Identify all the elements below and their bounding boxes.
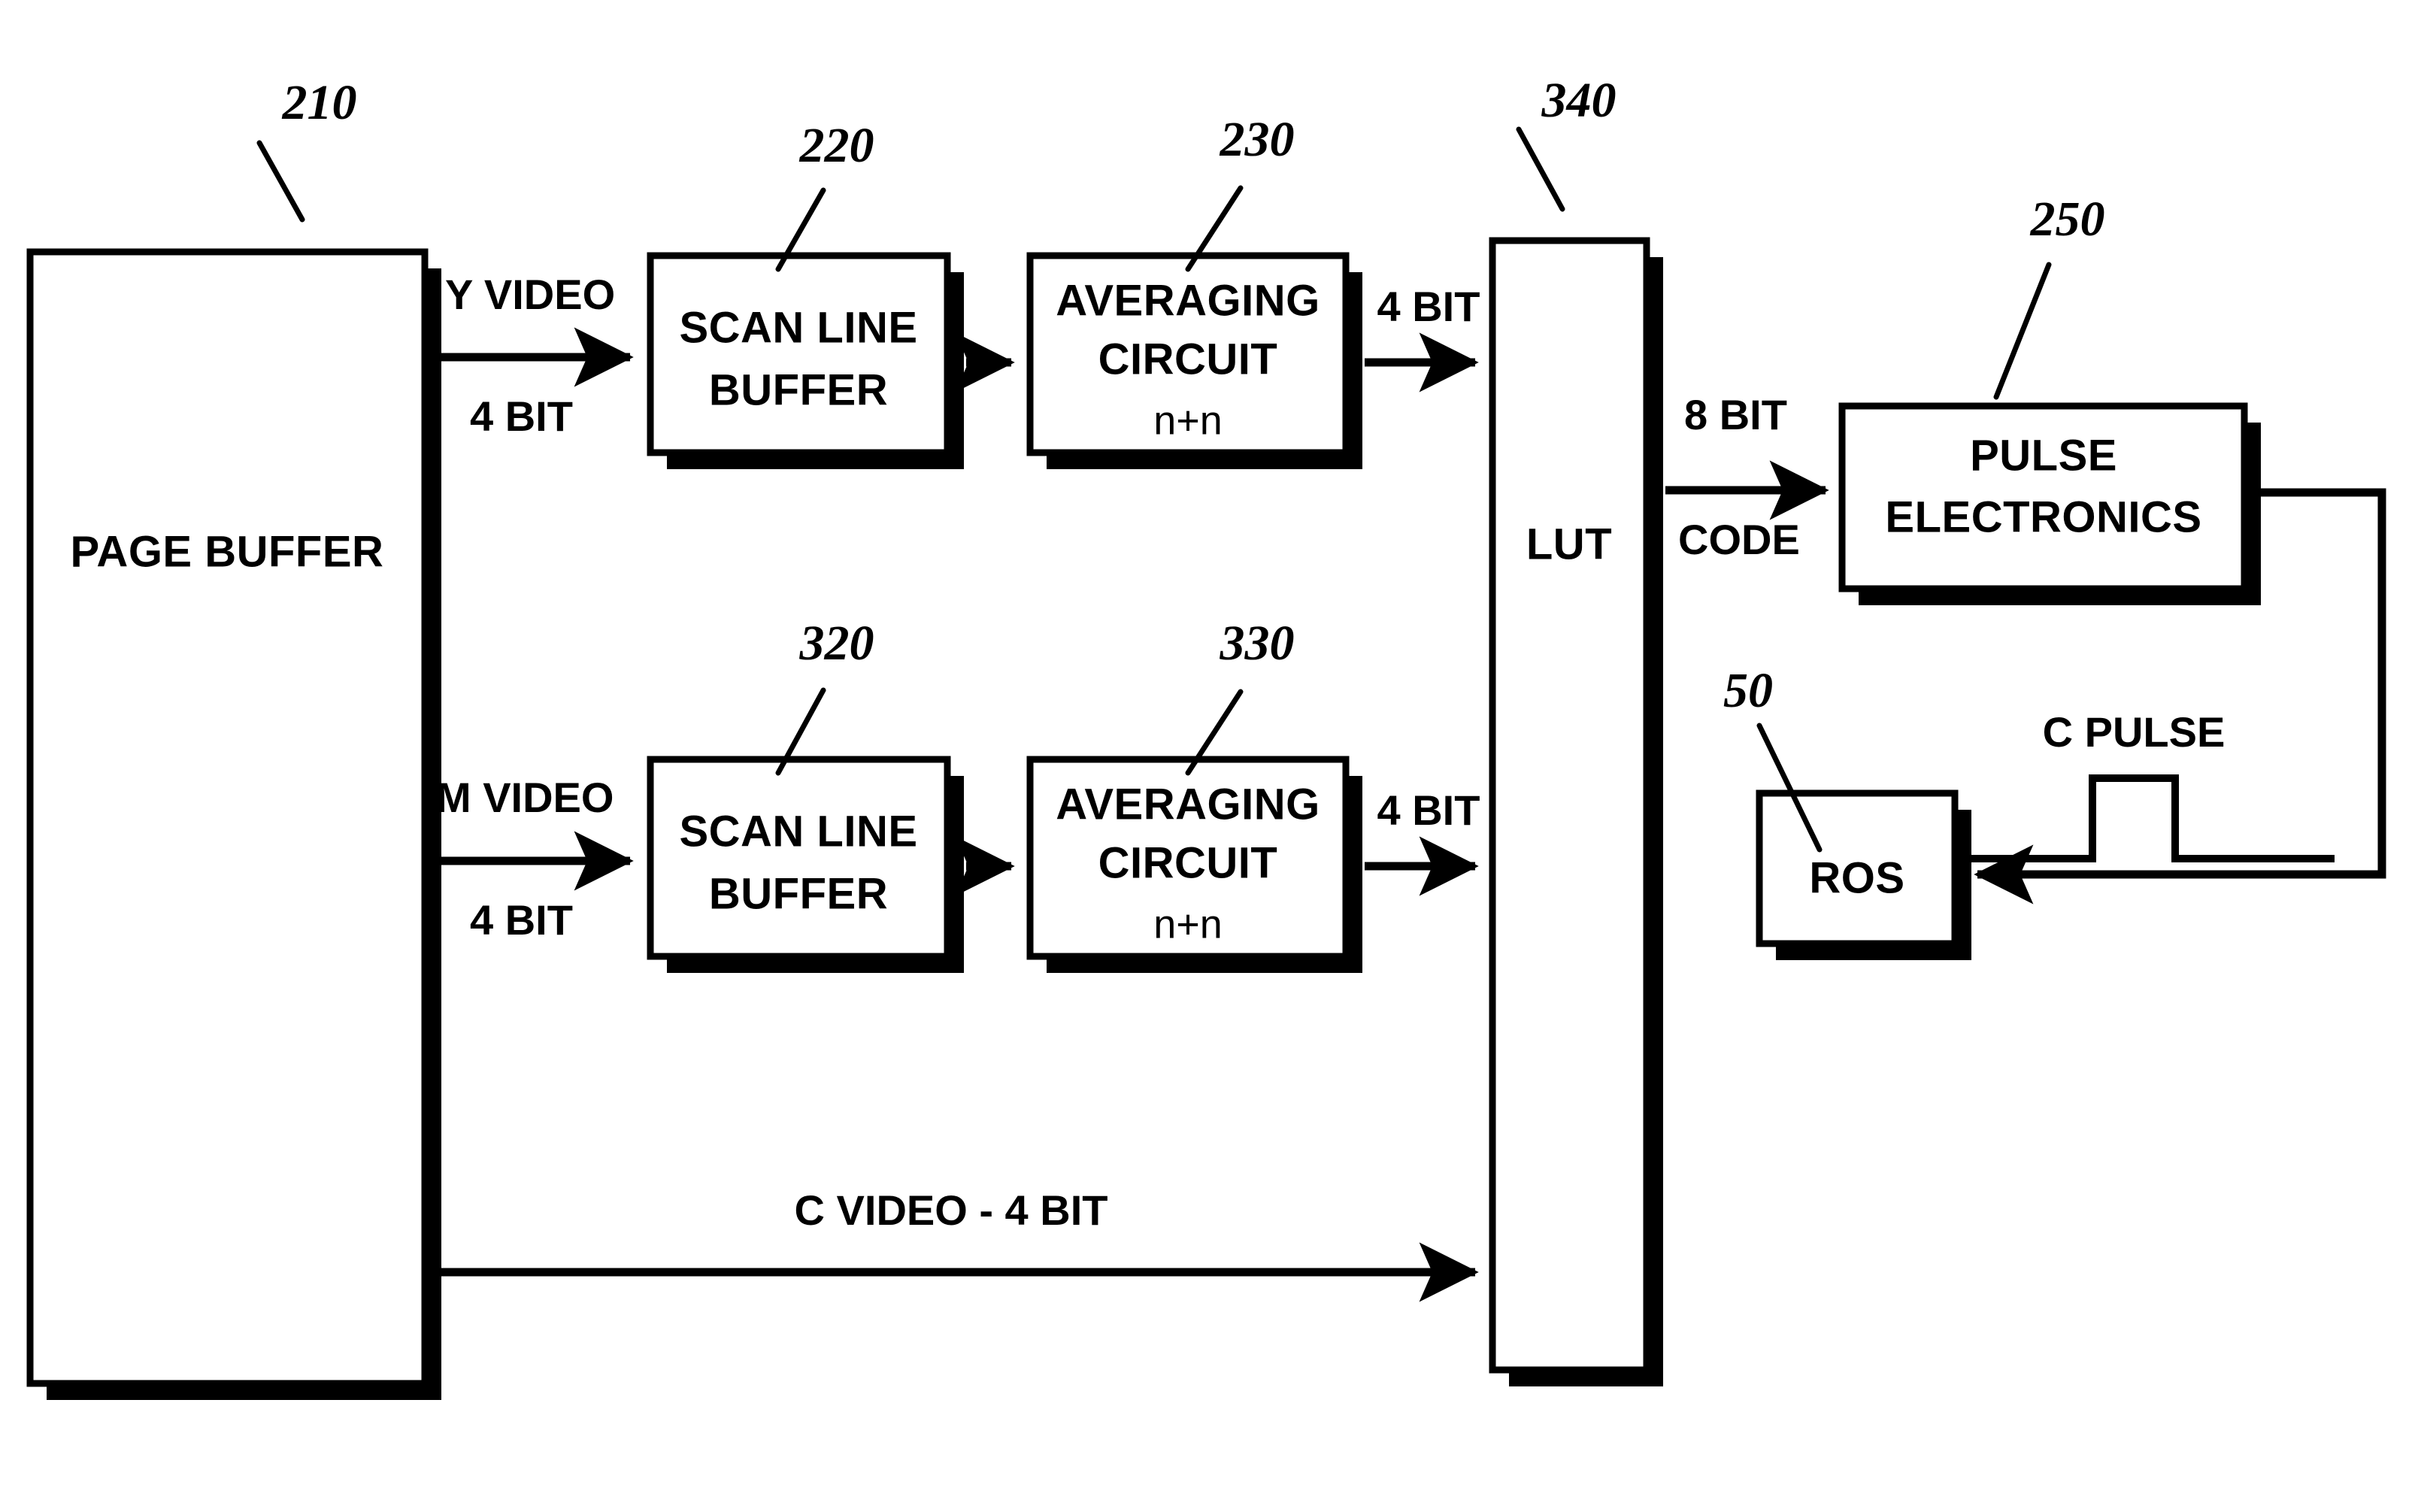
ref-callout-320: 320 [775, 616, 874, 776]
ref-callout-340: 340 [1516, 73, 1617, 212]
ref-callout-210: 210 [256, 75, 357, 223]
page-buffer-fill [30, 252, 425, 1383]
block-averaging-circuit-y: AVERAGING CIRCUIT n+n [1026, 252, 1362, 469]
label-c-pulse: C PULSE [2043, 708, 2226, 756]
ref-callout-250: 250 [1993, 192, 2105, 400]
block-ros: ROS [1756, 789, 1971, 960]
averaging-m-ref-number: 330 [1220, 616, 1295, 671]
label-y-video-bits: 4 BIT [470, 392, 573, 440]
pulse-electronics-label-line2: ELECTRONICS [1885, 492, 2201, 541]
lut-fill [1492, 241, 1647, 1370]
label-averaging-y-out-bits: 4 BIT [1377, 283, 1480, 330]
averaging-y-label-line3: n+n [1153, 398, 1223, 443]
c-pulse-waveform [1959, 774, 2335, 862]
ref-callout-330: 330 [1185, 616, 1295, 776]
averaging-m-label-line1: AVERAGING [1056, 780, 1320, 829]
page-buffer-leader-line [256, 140, 305, 223]
block-page-buffer: PAGE BUFFER [26, 248, 441, 1400]
label-m-video: M VIDEO [436, 774, 614, 821]
ref-callout-220: 220 [775, 118, 874, 272]
block-scan-line-buffer-m: SCAN LINE BUFFER [647, 756, 964, 973]
averaging-y-label-line1: AVERAGING [1056, 276, 1320, 325]
lut-ref-number: 340 [1541, 73, 1617, 128]
ros-ref-number: 50 [1723, 663, 1773, 718]
scan-buffer-y-ref-number: 220 [799, 118, 874, 173]
patent-figure: PAGE BUFFER 210 SCAN LINE BUFFER 220 AVE… [0, 0, 2418, 1512]
lut-leader-line [1516, 126, 1565, 212]
lut-label: LUT [1526, 520, 1612, 568]
c-pulse-trace [1959, 774, 2335, 862]
block-diagram-canvas: PAGE BUFFER 210 SCAN LINE BUFFER 220 AVE… [26, 73, 2386, 1400]
block-averaging-circuit-m: AVERAGING CIRCUIT n+n [1026, 756, 1362, 973]
averaging-y-ref-number: 230 [1220, 112, 1295, 167]
ros-label: ROS [1809, 853, 1904, 902]
block-pulse-electronics: PULSE ELECTRONICS [1838, 402, 2261, 605]
label-averaging-m-out-bits: 4 BIT [1377, 786, 1480, 834]
label-lut-out-code: CODE [1678, 516, 1800, 563]
scan-buffer-y-label-line2: BUFFER [709, 365, 888, 414]
label-y-video: Y VIDEO [445, 271, 615, 318]
page-buffer-ref-number: 210 [282, 75, 357, 130]
averaging-m-label-line2: CIRCUIT [1098, 838, 1278, 887]
ref-callout-230: 230 [1185, 112, 1295, 272]
pulse-electronics-leader-line [1993, 262, 2052, 400]
averaging-y-label-line2: CIRCUIT [1098, 335, 1278, 383]
pulse-electronics-label-line1: PULSE [1970, 431, 2117, 480]
scan-buffer-m-fill [650, 759, 947, 956]
averaging-m-label-line3: n+n [1153, 901, 1223, 947]
scan-buffer-m-label-line1: SCAN LINE [679, 807, 917, 856]
label-lut-out-bits: 8 BIT [1684, 391, 1787, 438]
page-buffer-label: PAGE BUFFER [71, 527, 384, 576]
scan-buffer-y-fill [650, 256, 947, 453]
label-m-video-bits: 4 BIT [470, 896, 573, 944]
scan-buffer-m-label-line2: BUFFER [709, 869, 888, 918]
label-c-video: C VIDEO - 4 BIT [795, 1186, 1108, 1234]
scan-buffer-m-ref-number: 320 [799, 616, 874, 671]
block-scan-line-buffer-y: SCAN LINE BUFFER [647, 252, 964, 469]
block-lut: LUT [1489, 237, 1663, 1386]
pulse-electronics-ref-number: 250 [2030, 192, 2105, 247]
scan-buffer-y-label-line1: SCAN LINE [679, 303, 917, 352]
